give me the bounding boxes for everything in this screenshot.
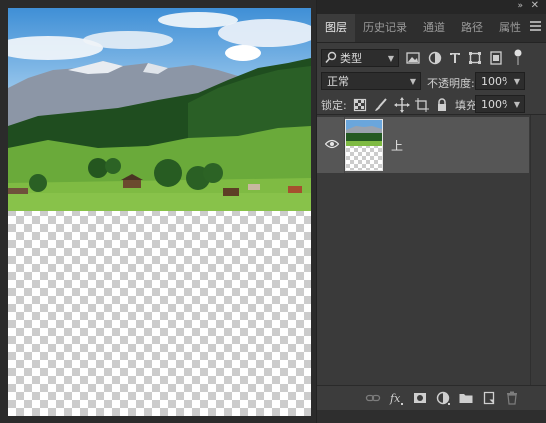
- chevron-down-icon: ▼: [513, 100, 520, 109]
- blend-mode-select[interactable]: 正常 ▼: [321, 72, 421, 90]
- document-canvas[interactable]: [8, 8, 311, 416]
- close-icon[interactable]: ✕: [531, 0, 539, 11]
- layers-list[interactable]: 上: [317, 114, 546, 385]
- blend-mode-value: 正常: [327, 75, 349, 88]
- tab-properties[interactable]: 属性: [491, 14, 529, 42]
- eye-icon[interactable]: [325, 139, 339, 149]
- adjustment-layer-icon[interactable]: [435, 390, 451, 406]
- layer-thumbnail-image: [346, 120, 382, 146]
- link-icon[interactable]: [365, 390, 381, 406]
- svg-text:fx: fx: [389, 392, 401, 405]
- filter-toggle-icon[interactable]: [513, 48, 523, 68]
- lock-fill-row: 锁定: 填充: 100% ▼: [317, 94, 546, 116]
- type-filter-icon[interactable]: [447, 50, 463, 66]
- layers-scrollbar[interactable]: [530, 115, 546, 385]
- search-icon: [325, 51, 337, 64]
- fill-dropdown[interactable]: ▼: [507, 95, 525, 113]
- layers-bottom-toolbar: fx: [317, 385, 546, 410]
- panel-tabs: 图层 历史记录 通道 路径 属性: [317, 14, 546, 43]
- layers-panel: » ✕ 图层 历史记录 通道 路径 属性 类型 ▼ 正常 ▼ 不透明度: 100…: [316, 0, 546, 423]
- lock-transparent-icon[interactable]: [352, 97, 368, 113]
- shape-filter-icon[interactable]: [467, 50, 483, 66]
- landscape-photo: [8, 8, 311, 211]
- image-filter-icon[interactable]: [405, 50, 421, 66]
- layer-row[interactable]: 上: [317, 117, 529, 173]
- smart-object-filter-icon[interactable]: [488, 50, 504, 66]
- lock-move-icon[interactable]: [394, 97, 410, 113]
- tab-layers[interactable]: 图层: [317, 14, 355, 42]
- panel-footer: [317, 410, 546, 423]
- trash-icon[interactable]: [504, 390, 520, 406]
- tab-paths[interactable]: 路径: [453, 14, 491, 42]
- panel-menu-icon[interactable]: [530, 21, 541, 33]
- folder-icon[interactable]: [458, 390, 474, 406]
- opacity-label: 不透明度:: [427, 77, 475, 90]
- lock-artboard-icon[interactable]: [414, 97, 430, 113]
- double-chevron-collapse-icon[interactable]: »: [517, 1, 523, 11]
- tab-history[interactable]: 历史记录: [355, 14, 415, 42]
- tab-channels[interactable]: 通道: [415, 14, 453, 42]
- chevron-down-icon: ▼: [387, 54, 394, 63]
- opacity-dropdown[interactable]: ▼: [507, 72, 525, 90]
- document-canvas-area[interactable]: [0, 0, 316, 423]
- layer-filter-select[interactable]: 类型 ▼: [321, 49, 399, 67]
- layer-thumbnail[interactable]: [345, 119, 383, 171]
- new-layer-icon[interactable]: [481, 390, 497, 406]
- fx-icon[interactable]: fx: [389, 390, 405, 406]
- adjustment-filter-icon[interactable]: [427, 50, 443, 66]
- lock-label: 锁定:: [321, 99, 347, 112]
- lock-brush-icon[interactable]: [373, 97, 389, 113]
- blend-opacity-row: 正常 ▼ 不透明度: 100% ▼: [317, 70, 546, 94]
- panel-title-bar: » ✕: [317, 0, 546, 14]
- layer-filter-label: 类型: [340, 52, 362, 65]
- lock-all-icon[interactable]: [434, 97, 450, 113]
- layer-name[interactable]: 上: [391, 137, 403, 154]
- layer-filter-row: 类型 ▼: [317, 46, 546, 70]
- mask-icon[interactable]: [412, 390, 428, 406]
- chevron-down-icon: ▼: [513, 77, 520, 86]
- chevron-down-icon: ▼: [409, 77, 416, 86]
